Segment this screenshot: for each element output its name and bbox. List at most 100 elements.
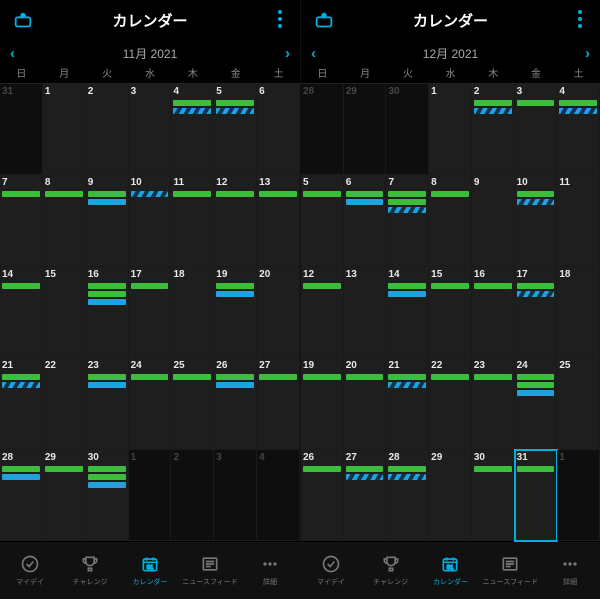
calendar-cell[interactable]: 23 [472,358,515,449]
calendar-cell[interactable]: 25 [557,358,600,449]
menu-icon[interactable] [272,10,288,28]
calendar-cell[interactable]: 30 [86,450,129,541]
calendar-cell[interactable]: 12 [301,267,344,358]
device-icon[interactable] [313,10,335,37]
calendar-cell[interactable]: 14 [0,267,43,358]
calendar-cell[interactable]: 29 [43,450,86,541]
calendar-cell[interactable]: 1 [429,84,472,175]
calendar-cell[interactable]: 28 [0,450,43,541]
day-number: 13 [346,269,384,280]
calendar-cell[interactable]: 20 [344,358,387,449]
calendar-cell[interactable]: 19 [214,267,257,358]
calendar-cell[interactable]: 24 [515,358,558,449]
calendar-cell[interactable]: 11 [557,175,600,266]
calendar-cell[interactable]: 5 [214,84,257,175]
tab-more[interactable]: 詳細 [240,542,300,599]
calendar-cell[interactable]: 1 [129,450,172,541]
calendar-cell[interactable]: 5 [301,175,344,266]
calendar-cell[interactable]: 26 [301,450,344,541]
activity-bar [88,291,126,297]
calendar-cell[interactable]: 31 [515,450,558,541]
day-number: 5 [303,177,341,188]
calendar-cell[interactable]: 10 [129,175,172,266]
next-month-button[interactable]: › [285,45,290,62]
tab-check[interactable]: マイデイ [301,542,361,599]
calendar-cell[interactable]: 14 [386,267,429,358]
calendar-cell[interactable]: 11 [171,175,214,266]
calendar-cell[interactable]: 22 [43,358,86,449]
tab-trophy[interactable]: チャレンジ [60,542,120,599]
calendar-cell[interactable]: 25 [171,358,214,449]
calendar-cell[interactable]: 29 [429,450,472,541]
calendar-cell[interactable]: 13 [257,175,300,266]
calendar-cell[interactable]: 6 [257,84,300,175]
calendar-cell[interactable]: 22 [429,358,472,449]
calendar-cell[interactable]: 2 [86,84,129,175]
calendar-cell[interactable]: 4 [171,84,214,175]
calendar-cell[interactable]: 18 [171,267,214,358]
calendar-cell[interactable]: 29 [344,84,387,175]
calendar-cell[interactable]: 20 [257,267,300,358]
activity-bar [303,374,341,380]
calendar-cell[interactable]: 18 [557,267,600,358]
tab-more[interactable]: 詳細 [540,542,600,599]
calendar-cell[interactable]: 3 [214,450,257,541]
calendar-cell[interactable]: 26 [214,358,257,449]
calendar-cell[interactable]: 21 [386,358,429,449]
weekday-label: 火 [386,66,429,83]
tab-calendar[interactable]: 31カレンダー [421,542,481,599]
calendar-cell[interactable]: 23 [86,358,129,449]
menu-icon[interactable] [572,10,588,28]
calendar-cell[interactable]: 17 [515,267,558,358]
calendar-cell[interactable]: 4 [557,84,600,175]
calendar-cell[interactable]: 16 [472,267,515,358]
tab-trophy[interactable]: チャレンジ [361,542,421,599]
calendar-cell[interactable]: 12 [214,175,257,266]
calendar-cell[interactable]: 3 [515,84,558,175]
device-icon[interactable] [12,10,34,37]
calendar-cell[interactable]: 21 [0,358,43,449]
prev-month-button[interactable]: ‹ [311,45,316,62]
calendar-cell[interactable]: 9 [86,175,129,266]
calendar-cell[interactable]: 28 [386,450,429,541]
calendar-cell[interactable]: 7 [386,175,429,266]
tab-news[interactable]: ニュースフィード [480,542,540,599]
day-number: 21 [388,360,426,371]
calendar-cell[interactable]: 3 [129,84,172,175]
calendar-row: 19202122232425 [301,358,600,449]
calendar-cell[interactable]: 2 [171,450,214,541]
calendar-cell[interactable]: 8 [43,175,86,266]
day-number: 16 [88,269,126,280]
calendar-cell[interactable]: 13 [344,267,387,358]
tab-news[interactable]: ニュースフィード [180,542,240,599]
day-number: 3 [517,86,555,97]
activity-bar [388,291,426,297]
calendar-cell[interactable]: 1 [557,450,600,541]
calendar-cell[interactable]: 30 [472,450,515,541]
activity-bar [388,382,426,388]
calendar-cell[interactable]: 24 [129,358,172,449]
calendar-cell[interactable]: 19 [301,358,344,449]
calendar-cell[interactable]: 15 [429,267,472,358]
tab-calendar[interactable]: 31カレンダー [120,542,180,599]
calendar-cell[interactable]: 7 [0,175,43,266]
calendar-cell[interactable]: 15 [43,267,86,358]
calendar-cell[interactable]: 10 [515,175,558,266]
activity-bar [559,100,597,106]
calendar-cell[interactable]: 30 [386,84,429,175]
calendar-cell[interactable]: 17 [129,267,172,358]
calendar-cell[interactable]: 27 [344,450,387,541]
calendar-cell[interactable]: 6 [344,175,387,266]
calendar-cell[interactable]: 4 [257,450,300,541]
calendar-cell[interactable]: 9 [472,175,515,266]
calendar-cell[interactable]: 2 [472,84,515,175]
prev-month-button[interactable]: ‹ [10,45,15,62]
calendar-cell[interactable]: 1 [43,84,86,175]
calendar-cell[interactable]: 31 [0,84,43,175]
calendar-cell[interactable]: 16 [86,267,129,358]
calendar-cell[interactable]: 8 [429,175,472,266]
calendar-cell[interactable]: 28 [301,84,344,175]
next-month-button[interactable]: › [585,45,590,62]
calendar-cell[interactable]: 27 [257,358,300,449]
tab-check[interactable]: マイデイ [0,542,60,599]
